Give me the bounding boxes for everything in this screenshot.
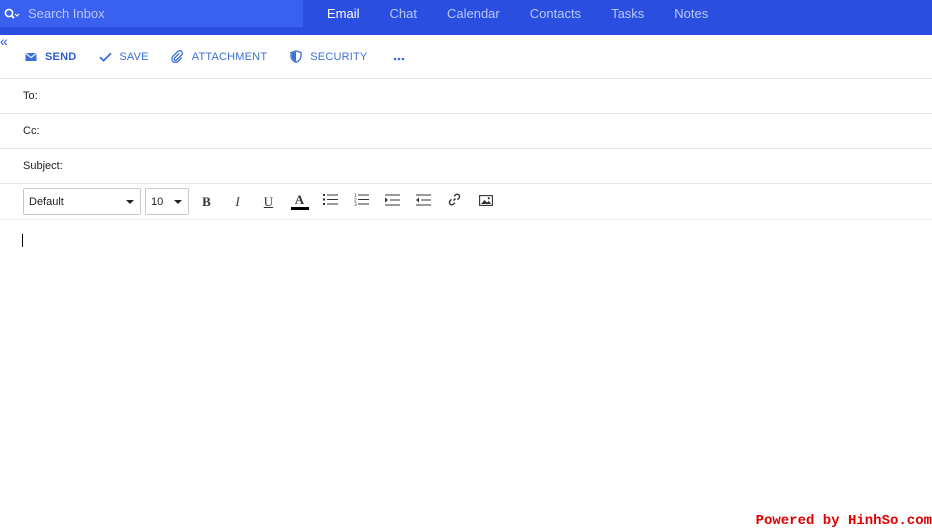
bold-button[interactable]: B — [191, 188, 222, 215]
powered-by-watermark: Powered by HinhSo.com — [755, 513, 932, 529]
search-icon[interactable] — [0, 0, 24, 27]
image-icon — [478, 193, 493, 211]
text-cursor — [22, 234, 23, 247]
indent-button[interactable] — [377, 188, 408, 215]
font-size-dropdown[interactable]: 10 — [145, 188, 189, 215]
bullet-list-icon — [323, 193, 338, 211]
cc-field-row: Cc: — [0, 114, 932, 149]
outdent-button[interactable] — [408, 188, 439, 215]
security-button[interactable]: SECURITY — [289, 42, 367, 72]
font-color-letter: A — [294, 191, 305, 207]
subject-label: Subject: — [23, 160, 63, 172]
cc-label: Cc: — [23, 125, 40, 137]
italic-button[interactable]: I — [222, 188, 253, 215]
search-box[interactable] — [0, 0, 303, 27]
tab-notes[interactable]: Notes — [659, 0, 723, 27]
font-color-button[interactable]: A — [284, 188, 315, 215]
save-label: SAVE — [119, 50, 149, 63]
tab-email[interactable]: Email — [312, 0, 375, 27]
bold-icon: B — [202, 193, 211, 209]
send-button[interactable]: SEND — [24, 42, 76, 72]
attachment-button[interactable]: ATTACHMENT — [171, 42, 268, 72]
subject-input[interactable] — [66, 151, 932, 181]
link-icon — [448, 193, 461, 211]
send-label: SEND — [45, 50, 77, 63]
to-field-row: To: — [0, 79, 932, 114]
font-family-value: Default — [29, 195, 64, 208]
to-input[interactable] — [41, 81, 932, 111]
attachment-label: ATTACHMENT — [191, 50, 268, 63]
underline-button[interactable]: U — [253, 188, 284, 215]
save-button[interactable]: SAVE — [98, 42, 149, 72]
app-tabs: Email Chat Calendar Contacts Tasks Notes — [312, 0, 723, 27]
message-body-editor[interactable] — [0, 221, 932, 511]
insert-link-button[interactable] — [439, 188, 470, 215]
mail-icon — [24, 50, 38, 64]
font-size-value: 10 — [151, 195, 164, 208]
numbered-list-button[interactable]: 1 2 3 — [346, 188, 377, 215]
cc-input[interactable] — [43, 116, 932, 146]
italic-icon: I — [235, 193, 240, 209]
shield-icon — [289, 50, 303, 64]
chevron-down-icon — [126, 199, 134, 204]
more-horizontal-icon — [393, 48, 405, 66]
underline-icon: U — [263, 193, 274, 209]
insert-image-button[interactable] — [470, 188, 501, 215]
top-navigation-bar: Email Chat Calendar Contacts Tasks Notes — [0, 0, 932, 35]
font-color-icon: A — [290, 191, 309, 210]
font-family-dropdown[interactable]: Default — [23, 188, 141, 215]
to-label: To: — [23, 90, 38, 102]
check-icon — [98, 50, 112, 64]
formatting-toolbar: Default 10 B I U A 1 2 3 — [0, 184, 932, 220]
chevron-down-icon — [174, 199, 182, 204]
paperclip-icon — [171, 50, 185, 64]
double-chevron-left-icon[interactable]: « — [0, 34, 10, 49]
tab-tasks[interactable]: Tasks — [596, 0, 659, 27]
numbered-list-icon: 1 2 3 — [354, 193, 369, 211]
subject-field-row: Subject: — [0, 149, 932, 184]
tab-calendar[interactable]: Calendar — [432, 0, 515, 27]
more-options-button[interactable] — [389, 42, 409, 72]
compose-toolbar: SEND SAVE ATTACHMENT SECURITY — [0, 35, 932, 79]
tab-chat[interactable]: Chat — [375, 0, 432, 27]
outdent-icon — [416, 193, 431, 211]
svg-text:3: 3 — [354, 202, 357, 206]
bullet-list-button[interactable] — [315, 188, 346, 215]
indent-icon — [385, 193, 400, 211]
search-input[interactable] — [24, 0, 294, 27]
security-label: SECURITY — [310, 50, 368, 63]
tab-contacts[interactable]: Contacts — [515, 0, 596, 27]
